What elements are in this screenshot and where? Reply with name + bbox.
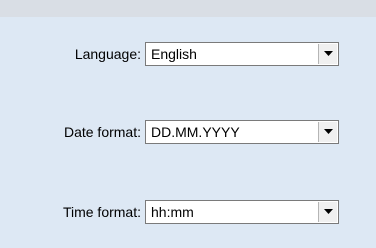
date-format-dropdown-button[interactable] [318,122,337,142]
time-format-dropdown-button[interactable] [318,202,337,222]
time-format-row: Time format: hh:mm [0,200,376,226]
window-top-strip [0,0,376,17]
chevron-down-icon [324,129,333,134]
language-label: Language: [74,46,141,62]
language-row: Language: English [0,42,376,68]
chevron-down-icon [324,51,333,56]
time-format-value: hh:mm [151,204,194,220]
date-format-label: Date format: [63,124,141,140]
date-format-row: Date format: DD.MM.YYYY [0,120,376,146]
time-format-label: Time format: [62,204,141,220]
chevron-down-icon [324,209,333,214]
time-format-select[interactable]: hh:mm [145,200,339,224]
date-format-select[interactable]: DD.MM.YYYY [145,120,339,144]
language-select[interactable]: English [145,42,339,66]
settings-panel: Language: English Date format: DD.MM.YYY… [0,17,376,248]
date-format-value: DD.MM.YYYY [151,124,240,140]
language-value: English [151,46,197,62]
language-dropdown-button[interactable] [318,44,337,64]
